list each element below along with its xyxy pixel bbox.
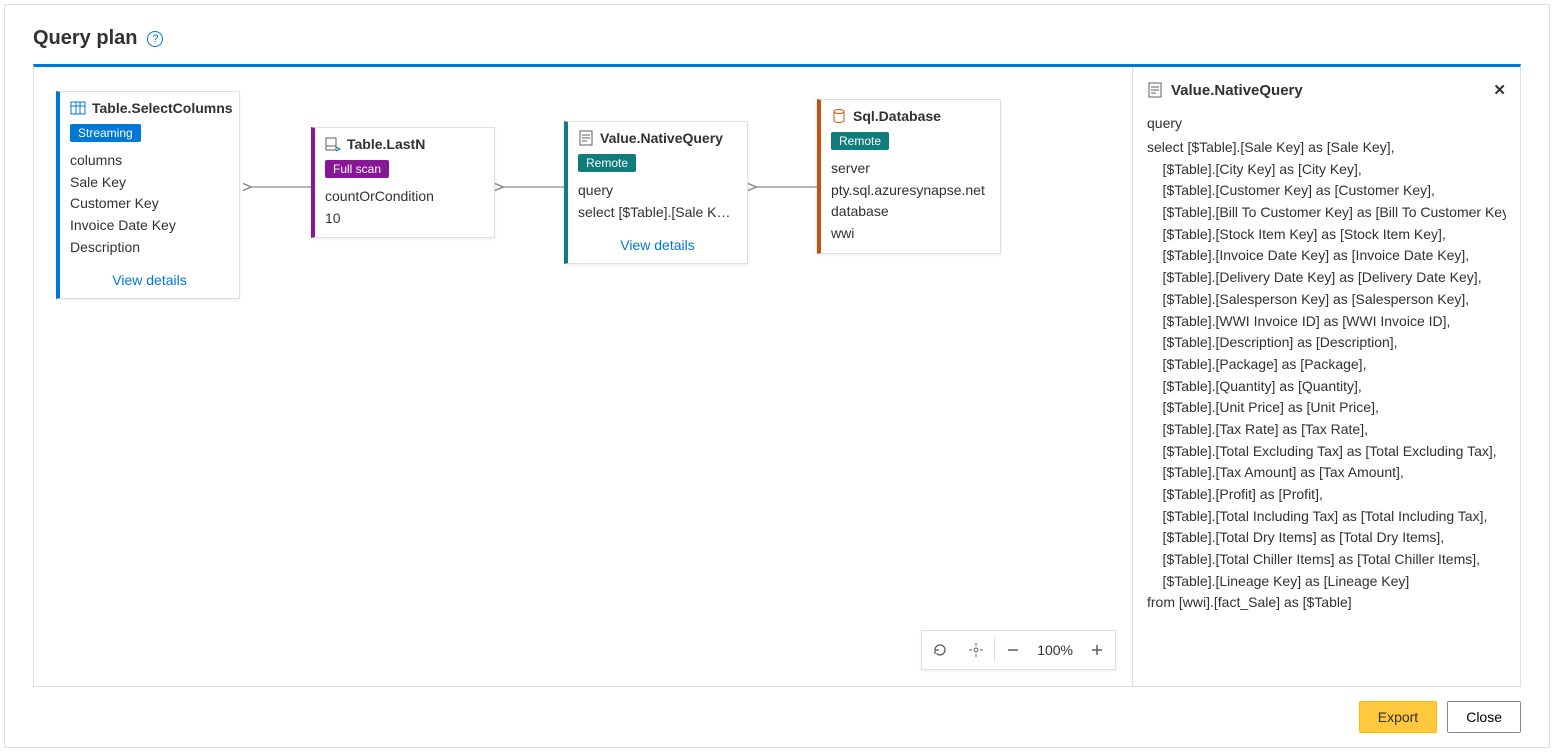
help-icon[interactable]: ? — [147, 31, 163, 47]
node-header: Sql.Database — [821, 100, 1000, 128]
badge-fullscan: Full scan — [325, 160, 389, 178]
close-icon[interactable]: ✕ — [1493, 81, 1506, 99]
node-title: Table.SelectColumns — [92, 100, 233, 116]
canvas-toolbar: 100% — [921, 630, 1116, 670]
query-icon — [1147, 82, 1163, 98]
zoom-in-button[interactable] — [1079, 631, 1115, 669]
node-header: Value.NativeQuery — [568, 122, 747, 150]
node-body: countOrCondition 10 — [315, 182, 494, 237]
dialog-header: Query plan ? — [5, 5, 1549, 64]
node-title: Sql.Database — [853, 108, 941, 124]
node-title: Value.NativeQuery — [600, 130, 723, 146]
detail-sql-text: select [$Table].[Sale Key] as [Sale Key]… — [1147, 137, 1506, 614]
fit-view-button[interactable] — [958, 631, 994, 669]
reset-view-button[interactable] — [922, 631, 958, 669]
field-value: 10 — [325, 208, 484, 230]
field-label: countOrCondition — [325, 186, 484, 208]
dialog-body: Table.SelectColumns Streaming columns Sa… — [33, 64, 1521, 687]
node-body: server pty.sql.azuresynapse.net database… — [821, 154, 1000, 253]
badge-streaming: Streaming — [70, 124, 141, 142]
table-icon — [70, 100, 86, 116]
lastn-icon — [325, 136, 341, 152]
zoom-out-button[interactable] — [995, 631, 1031, 669]
database-icon — [831, 108, 847, 124]
field-value: Customer Key — [70, 193, 229, 215]
field-label: server — [831, 158, 990, 180]
view-details-link[interactable]: View details — [60, 266, 239, 298]
detail-pane: Value.NativeQuery ✕ query select [$Table… — [1132, 67, 1520, 686]
node-table-selectcolumns[interactable]: Table.SelectColumns Streaming columns Sa… — [56, 91, 240, 299]
detail-header: Value.NativeQuery ✕ — [1147, 81, 1506, 99]
export-button[interactable]: Export — [1359, 701, 1437, 733]
query-icon — [578, 130, 594, 146]
query-plan-dialog: Query plan ? Table.S — [4, 4, 1550, 748]
node-value-nativequery[interactable]: Value.NativeQuery Remote query select [$… — [564, 121, 748, 264]
node-header: Table.LastN — [315, 128, 494, 156]
node-sql-database[interactable]: Sql.Database Remote server pty.sql.azure… — [817, 99, 1001, 254]
node-table-lastn[interactable]: Table.LastN Full scan countOrCondition 1… — [311, 127, 495, 238]
page-title: Query plan — [33, 27, 137, 50]
plan-canvas[interactable]: Table.SelectColumns Streaming columns Sa… — [34, 67, 1132, 686]
field-value: Sale Key — [70, 172, 229, 194]
dialog-footer: Export Close — [5, 687, 1549, 747]
node-body: query select [$Table].[Sale Ke… — [568, 176, 747, 231]
node-title: Table.LastN — [347, 136, 425, 152]
field-value: Description — [70, 237, 229, 259]
field-value: select [$Table].[Sale Ke… — [578, 202, 737, 224]
close-button[interactable]: Close — [1447, 701, 1521, 733]
field-label: database — [831, 201, 990, 223]
node-header: Table.SelectColumns — [60, 92, 239, 120]
detail-field-label: query — [1147, 115, 1506, 131]
field-value: Invoice Date Key — [70, 215, 229, 237]
field-label: columns — [70, 150, 229, 172]
badge-remote: Remote — [831, 132, 889, 150]
field-value: wwi — [831, 223, 990, 245]
badge-remote: Remote — [578, 154, 636, 172]
view-details-link[interactable]: View details — [568, 231, 747, 263]
field-label: query — [578, 180, 737, 202]
node-body: columns Sale Key Customer Key Invoice Da… — [60, 146, 239, 266]
zoom-level: 100% — [1031, 642, 1079, 658]
detail-title: Value.NativeQuery — [1171, 82, 1303, 99]
field-value: pty.sql.azuresynapse.net — [831, 180, 990, 202]
